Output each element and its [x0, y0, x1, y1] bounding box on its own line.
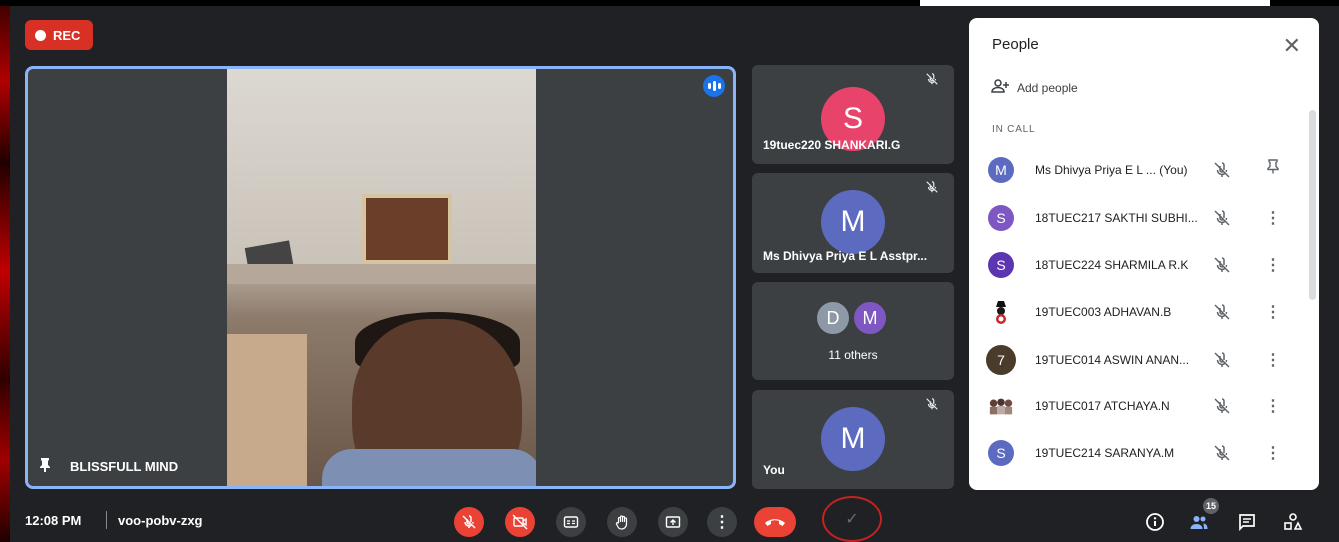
add-people-label: Add people: [1017, 80, 1078, 95]
people-count-badge: 15: [1203, 498, 1219, 514]
chat-icon: [1239, 514, 1255, 532]
avatar-image: [988, 299, 1014, 325]
present-icon: [665, 516, 681, 528]
close-icon[interactable]: ✕: [1283, 33, 1301, 59]
participant-name: 19tuec220 SHANKARI.G: [763, 138, 901, 152]
people-panel: People ✕ Add people IN CALL M Ms Dhivya …: [969, 18, 1319, 490]
add-person-icon: [991, 78, 1011, 97]
pin-icon[interactable]: [38, 457, 52, 476]
participant-row[interactable]: 19TUEC017 ATCHAYA.N ⋮: [969, 388, 1309, 424]
bottom-bar: 12:08 PM voo-pobv-zxg ⋮ ✓ 15: [0, 496, 1339, 542]
pin-icon[interactable]: [1267, 159, 1279, 180]
avatar: M: [821, 407, 885, 471]
participant-name: 19TUEC017 ATCHAYA.N: [1035, 399, 1170, 413]
more-options-button[interactable]: ⋮: [707, 507, 737, 537]
meeting-code: voo-pobv-zxg: [118, 513, 203, 528]
check-icon: ✓: [845, 511, 859, 528]
mic-off-icon: [924, 179, 940, 195]
participant-video: [227, 69, 536, 486]
participant-tile[interactable]: M Ms Dhivya Priya E L Asstpr...: [752, 173, 954, 273]
people-button[interactable]: [1188, 511, 1210, 533]
scrollbar[interactable]: [1309, 110, 1316, 300]
participant-name: 19TUEC214 SARANYA.M: [1035, 446, 1175, 460]
end-call-button[interactable]: [754, 507, 796, 537]
people-icon: [1190, 516, 1208, 529]
mic-off-button[interactable]: [454, 507, 484, 537]
camera-off-icon: [512, 514, 528, 530]
section-heading: IN CALL: [992, 124, 1036, 135]
participant-name: 19TUEC014 ASWIN ANAN...: [1035, 353, 1190, 367]
participant-name: BLISSFULL MIND: [70, 459, 179, 474]
participant-row[interactable]: 19TUEC003 ADHAVAN.B ⋮: [969, 294, 1309, 330]
add-people-button[interactable]: Add people: [991, 78, 1078, 97]
captions-icon: [563, 516, 579, 528]
panel-title: People: [992, 36, 1039, 53]
more-options-icon: ⋮: [714, 514, 730, 531]
more-options-icon[interactable]: ⋮: [1265, 396, 1281, 416]
more-options-icon[interactable]: ⋮: [1265, 350, 1281, 370]
avatar: D: [815, 300, 851, 336]
mic-off-icon[interactable]: [1213, 161, 1231, 179]
more-options-icon[interactable]: ⋮: [1265, 443, 1281, 463]
mic-off-icon: [924, 71, 940, 87]
chat-button[interactable]: [1236, 511, 1258, 533]
avatar: S: [988, 205, 1014, 231]
avatar: M: [852, 300, 888, 336]
more-options-icon[interactable]: ⋮: [1265, 208, 1281, 228]
avatar: M: [821, 190, 885, 254]
avatar: S: [988, 252, 1014, 278]
mic-off-icon[interactable]: [1213, 209, 1231, 227]
avatar-image: [988, 393, 1014, 419]
participant-row[interactable]: M Ms Dhivya Priya E L ... (You): [969, 152, 1309, 188]
mic-off-icon[interactable]: [1213, 303, 1231, 321]
phone-hangup-icon: [765, 519, 785, 526]
tile-label: BLISSFULL MIND: [38, 457, 178, 476]
raise-hand-button[interactable]: [607, 507, 637, 537]
mic-off-icon[interactable]: [1213, 397, 1231, 415]
more-options-icon[interactable]: ⋮: [1265, 255, 1281, 275]
activities-icon: [1284, 513, 1303, 530]
divider: [106, 511, 107, 529]
participant-name: Ms Dhivya Priya E L Asstpr...: [763, 249, 928, 263]
participant-name: Ms Dhivya Priya E L ... (You): [1035, 163, 1188, 177]
participant-row[interactable]: S 19TUEC214 SARANYA.M ⋮: [969, 435, 1309, 471]
participant-row[interactable]: S 18TUEC224 SHARMILA R.K ⋮: [969, 247, 1309, 283]
left-edge-decoration: [0, 0, 10, 542]
meeting-details-button[interactable]: [1144, 511, 1166, 533]
mic-off-icon: [924, 396, 940, 412]
participant-name: 18TUEC224 SHARMILA R.K: [1035, 258, 1189, 272]
mic-off-icon[interactable]: [1213, 444, 1231, 462]
avatar: 7: [986, 345, 1016, 375]
camera-off-button[interactable]: [505, 507, 535, 537]
present-screen-button[interactable]: [658, 507, 688, 537]
captions-button[interactable]: [556, 507, 586, 537]
avatar: S: [988, 440, 1014, 466]
participant-row[interactable]: 7 19TUEC014 ASWIN ANAN... ⋮: [969, 342, 1309, 378]
avatar: M: [988, 157, 1014, 183]
main-video-tile[interactable]: BLISSFULL MIND: [25, 66, 736, 489]
activities-button[interactable]: [1282, 511, 1304, 533]
participant-row[interactable]: S 18TUEC217 SAKTHI SUBHI... ⋮: [969, 200, 1309, 236]
self-tile[interactable]: M You: [752, 390, 954, 489]
info-icon: [1146, 513, 1164, 531]
more-options-icon[interactable]: ⋮: [1265, 302, 1281, 322]
recording-label: REC: [53, 27, 81, 43]
recording-badge: REC: [25, 20, 93, 50]
speaking-indicator-icon: [703, 75, 725, 97]
top-strip: [0, 0, 1339, 6]
participant-name: 18TUEC217 SAKTHI SUBHI...: [1035, 211, 1198, 225]
mic-off-icon[interactable]: [1213, 351, 1231, 369]
mic-off-icon: [462, 515, 476, 529]
others-tile[interactable]: D M 11 others: [752, 282, 954, 380]
others-count: 11 others: [828, 348, 878, 362]
participant-tile[interactable]: S 19tuec220 SHANKARI.G: [752, 65, 954, 164]
participant-name: You: [763, 463, 785, 477]
mic-off-icon[interactable]: [1213, 256, 1231, 274]
annotation-circle: ✓: [822, 496, 882, 542]
hand-icon: [615, 515, 628, 530]
clock: 12:08 PM: [25, 513, 82, 528]
record-dot-icon: [35, 29, 46, 41]
participant-name: 19TUEC003 ADHAVAN.B: [1035, 305, 1172, 319]
